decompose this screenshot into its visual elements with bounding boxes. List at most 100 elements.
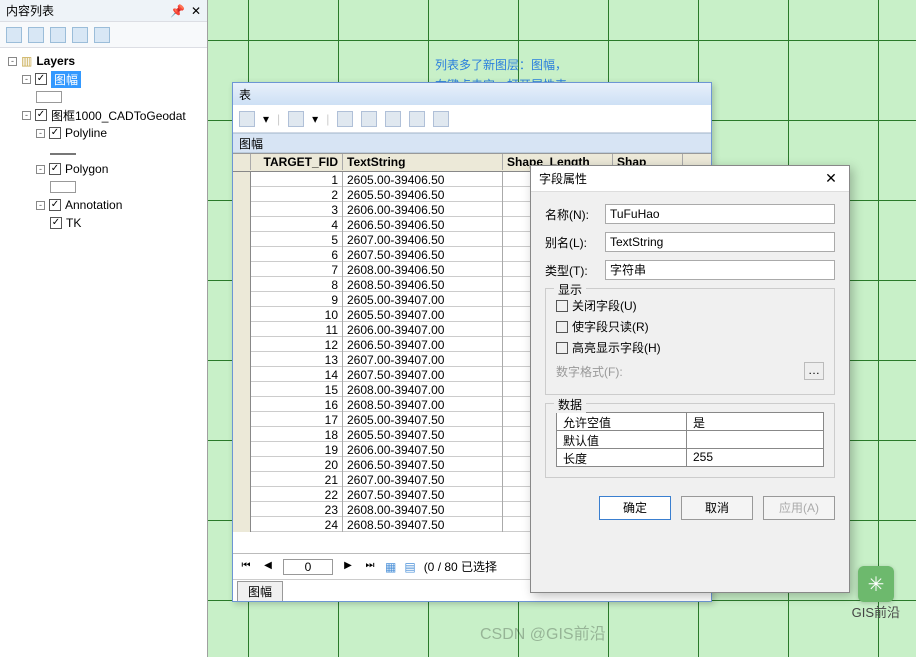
- close-icon[interactable]: ✕: [191, 0, 201, 22]
- nav-status: (0 / 80 已选择: [424, 558, 497, 575]
- display-group: 显示 关闭字段(U) 使字段只读(R) 高亮显示字段(H) 数字格式(F): …: [545, 288, 835, 395]
- close-field-label: 关闭字段(U): [572, 297, 637, 314]
- tab-label: 图幅: [248, 585, 272, 599]
- visibility-checkbox[interactable]: [49, 199, 61, 211]
- data-group: 数据 允许空值是默认值长度255: [545, 403, 835, 478]
- tree-node-polygon[interactable]: - Polygon: [36, 160, 207, 178]
- data-row[interactable]: 默认值: [557, 431, 823, 449]
- first-record-button[interactable]: ⏮: [239, 560, 253, 574]
- prev-record-button[interactable]: ◀: [261, 560, 275, 574]
- numfmt-button[interactable]: …: [804, 362, 824, 380]
- watermark-text: CSDN @GIS前沿: [480, 620, 606, 644]
- type-input[interactable]: 字符串: [605, 260, 835, 280]
- toc-titlebar[interactable]: 内容列表 📌 ✕: [0, 0, 207, 22]
- highlight-checkbox[interactable]: [556, 342, 568, 354]
- record-position-input[interactable]: [283, 559, 333, 575]
- table-toolbar: ▾ | ▾ |: [233, 105, 711, 133]
- toc-title-text: 内容列表: [6, 0, 170, 22]
- table-title: 表: [239, 86, 251, 103]
- data-row[interactable]: 允许空值是: [557, 413, 823, 431]
- legend-swatch-row: [50, 178, 207, 196]
- node-label: 图幅: [51, 71, 81, 88]
- node-label: 图框1000_CADToGeodat: [51, 107, 186, 124]
- visibility-checkbox[interactable]: [50, 217, 62, 229]
- data-row[interactable]: 长度255: [557, 449, 823, 466]
- dialog-titlebar[interactable]: 字段属性 ✕: [531, 166, 849, 192]
- name-label: 名称(N):: [545, 206, 605, 223]
- layers-label: Layers: [36, 54, 75, 68]
- cancel-button[interactable]: 取消: [681, 496, 753, 520]
- close-field-checkbox[interactable]: [556, 300, 568, 312]
- visibility-checkbox[interactable]: [35, 109, 47, 121]
- legend-swatch-row: [36, 88, 207, 106]
- tree-node-tk[interactable]: TK: [50, 214, 207, 232]
- collapse-icon[interactable]: -: [22, 111, 31, 120]
- dropdown-icon[interactable]: ▾: [263, 112, 269, 126]
- collapse-icon[interactable]: -: [36, 129, 45, 138]
- node-label: Annotation: [65, 198, 122, 212]
- brand-label: GIS前沿: [852, 602, 900, 621]
- display-legend: 显示: [554, 281, 586, 298]
- pin-icon[interactable]: 📌: [170, 0, 185, 22]
- subcaption-text: 图幅: [239, 137, 263, 151]
- options-icon[interactable]: [94, 27, 110, 43]
- node-label: TK: [66, 216, 81, 230]
- data-properties-grid[interactable]: 允许空值是默认值长度255: [556, 412, 824, 467]
- data-legend: 数据: [554, 396, 586, 413]
- numfmt-label: 数字格式(F):: [556, 363, 623, 380]
- collapse-icon[interactable]: -: [36, 165, 45, 174]
- collapse-icon[interactable]: -: [22, 75, 31, 84]
- layer-tree: - ▥ Layers - 图幅 - 图框1000_CADToGeodat - P…: [0, 48, 207, 232]
- type-label: 类型(T):: [545, 262, 605, 279]
- alias-label: 别名(L):: [545, 234, 605, 251]
- switch-selection-icon[interactable]: [361, 111, 377, 127]
- table-subcaption[interactable]: 图幅: [233, 133, 711, 153]
- show-selected-icon[interactable]: ▤: [404, 560, 415, 574]
- select-by-attributes-icon[interactable]: [337, 111, 353, 127]
- ok-button[interactable]: 确定: [599, 496, 671, 520]
- table-options-icon[interactable]: [239, 111, 255, 127]
- symbology-swatch[interactable]: [36, 91, 62, 103]
- list-by-source-icon[interactable]: [28, 27, 44, 43]
- annotation-line1: 列表多了新图层：图幅，: [435, 55, 591, 75]
- symbology-swatch[interactable]: [50, 181, 76, 193]
- tree-node-polyline[interactable]: - Polyline: [36, 124, 207, 142]
- node-label: Polygon: [65, 162, 108, 176]
- name-input[interactable]: TuFuHao: [605, 204, 835, 224]
- last-record-button[interactable]: ⏭: [363, 560, 377, 574]
- highlight-label: 高亮显示字段(H): [572, 339, 661, 356]
- zoom-selected-icon[interactable]: [409, 111, 425, 127]
- clear-selection-icon[interactable]: [385, 111, 401, 127]
- list-by-selection-icon[interactable]: [72, 27, 88, 43]
- readonly-label: 使字段只读(R): [572, 318, 649, 335]
- col-textstring[interactable]: TextString: [343, 154, 503, 170]
- table-titlebar[interactable]: 表: [233, 83, 711, 105]
- symbology-swatch[interactable]: [50, 153, 76, 155]
- col-target-fid[interactable]: TARGET_FID: [251, 154, 343, 170]
- table-tab[interactable]: 图幅: [237, 581, 283, 601]
- tree-node-annotation[interactable]: - Annotation: [36, 196, 207, 214]
- collapse-icon[interactable]: -: [36, 201, 45, 210]
- next-record-button[interactable]: ▶: [341, 560, 355, 574]
- node-label: Polyline: [65, 126, 107, 140]
- row-header-col[interactable]: [233, 154, 251, 170]
- show-all-icon[interactable]: ▦: [385, 560, 396, 574]
- close-button[interactable]: ✕: [821, 170, 841, 187]
- visibility-checkbox[interactable]: [49, 163, 61, 175]
- collapse-icon[interactable]: -: [8, 57, 17, 66]
- tree-node-tufu[interactable]: - 图幅: [22, 70, 207, 88]
- legend-swatch-row: [50, 142, 207, 160]
- list-by-drawing-order-icon[interactable]: [6, 27, 22, 43]
- list-by-visibility-icon[interactable]: [50, 27, 66, 43]
- readonly-checkbox[interactable]: [556, 321, 568, 333]
- delete-selected-icon[interactable]: [433, 111, 449, 127]
- alias-input[interactable]: TextString: [605, 232, 835, 252]
- tree-root[interactable]: - ▥ Layers: [8, 52, 207, 70]
- wechat-icon: ✳: [858, 566, 894, 602]
- related-tables-icon[interactable]: [288, 111, 304, 127]
- tree-node-tukuang[interactable]: - 图框1000_CADToGeodat: [22, 106, 207, 124]
- visibility-checkbox[interactable]: [35, 73, 47, 85]
- apply-button[interactable]: 应用(A): [763, 496, 835, 520]
- visibility-checkbox[interactable]: [49, 127, 61, 139]
- dropdown-icon[interactable]: ▾: [312, 112, 318, 126]
